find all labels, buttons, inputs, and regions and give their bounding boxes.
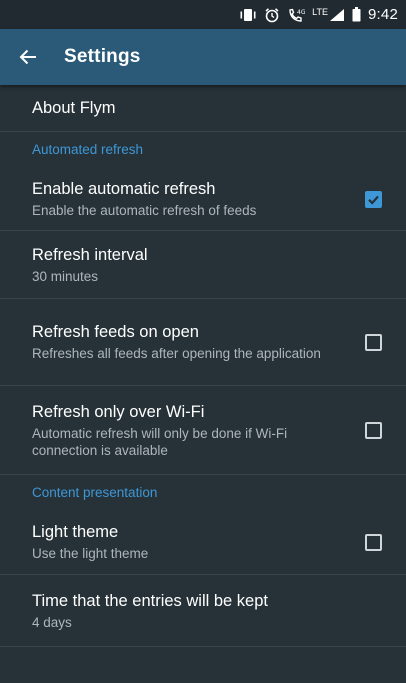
call-wifi-icon: 4G <box>287 7 305 23</box>
signal-icon: LTE <box>312 7 345 23</box>
status-bar: 4G LTE 9:42 <box>0 0 406 29</box>
pref-title: About Flym <box>32 98 116 117</box>
pref-title: Refresh interval <box>32 245 148 264</box>
check-icon <box>368 195 379 205</box>
pref-light-theme[interactable]: Light theme Use the light theme <box>0 509 406 575</box>
category-content-presentation: Content presentation <box>32 484 158 500</box>
page-title: Settings <box>64 46 141 67</box>
battery-icon <box>352 7 361 23</box>
refresh-on-open-checkbox[interactable] <box>365 334 382 351</box>
pref-refresh-wifi-only[interactable]: Refresh only over Wi-Fi Automatic refres… <box>0 386 406 475</box>
pref-title: Refresh only over Wi-Fi <box>32 402 205 421</box>
alarm-icon <box>264 7 280 23</box>
pref-refresh-on-open[interactable]: Refresh feeds on open Refreshes all feed… <box>0 299 406 386</box>
enable-refresh-checkbox[interactable] <box>365 190 382 208</box>
pref-summary: Use the light theme <box>32 545 149 561</box>
pref-title: Light theme <box>32 522 119 541</box>
pref-refresh-interval[interactable]: Refresh interval 30 minutes <box>0 231 406 299</box>
status-time: 9:42 <box>368 6 398 23</box>
pref-summary: 30 minutes <box>32 268 99 284</box>
network-label: LTE <box>312 6 328 17</box>
category-automated-refresh: Automated refresh <box>32 142 144 157</box>
pref-summary: Refreshes all feeds after opening the ap… <box>32 346 321 361</box>
pref-summary: Automatic refresh will only be done if W… <box>32 425 288 458</box>
back-button[interactable] <box>0 29 56 85</box>
svg-text:4G: 4G <box>297 9 305 16</box>
settings-list: About Flym Automated refresh Enable auto… <box>0 85 406 683</box>
pref-title: Refresh feeds on open <box>32 323 199 341</box>
vibrate-icon <box>239 7 257 23</box>
pref-entries-keep-time[interactable]: Time that the entries will be kept 4 day… <box>0 575 406 647</box>
app-bar: Settings <box>0 29 406 85</box>
pref-title: Enable automatic refresh <box>32 179 216 198</box>
pref-about-flym[interactable]: About Flym <box>0 85 406 132</box>
light-theme-checkbox[interactable] <box>365 533 382 551</box>
pref-summary: 4 days <box>32 614 72 630</box>
arrow-left-icon <box>19 49 36 65</box>
wifi-only-checkbox[interactable] <box>365 422 382 439</box>
pref-enable-automatic-refresh[interactable]: Enable automatic refresh Enable the auto… <box>0 167 406 231</box>
pref-summary: Enable the automatic refresh of feeds <box>32 202 257 218</box>
pref-title: Time that the entries will be kept <box>32 591 268 610</box>
